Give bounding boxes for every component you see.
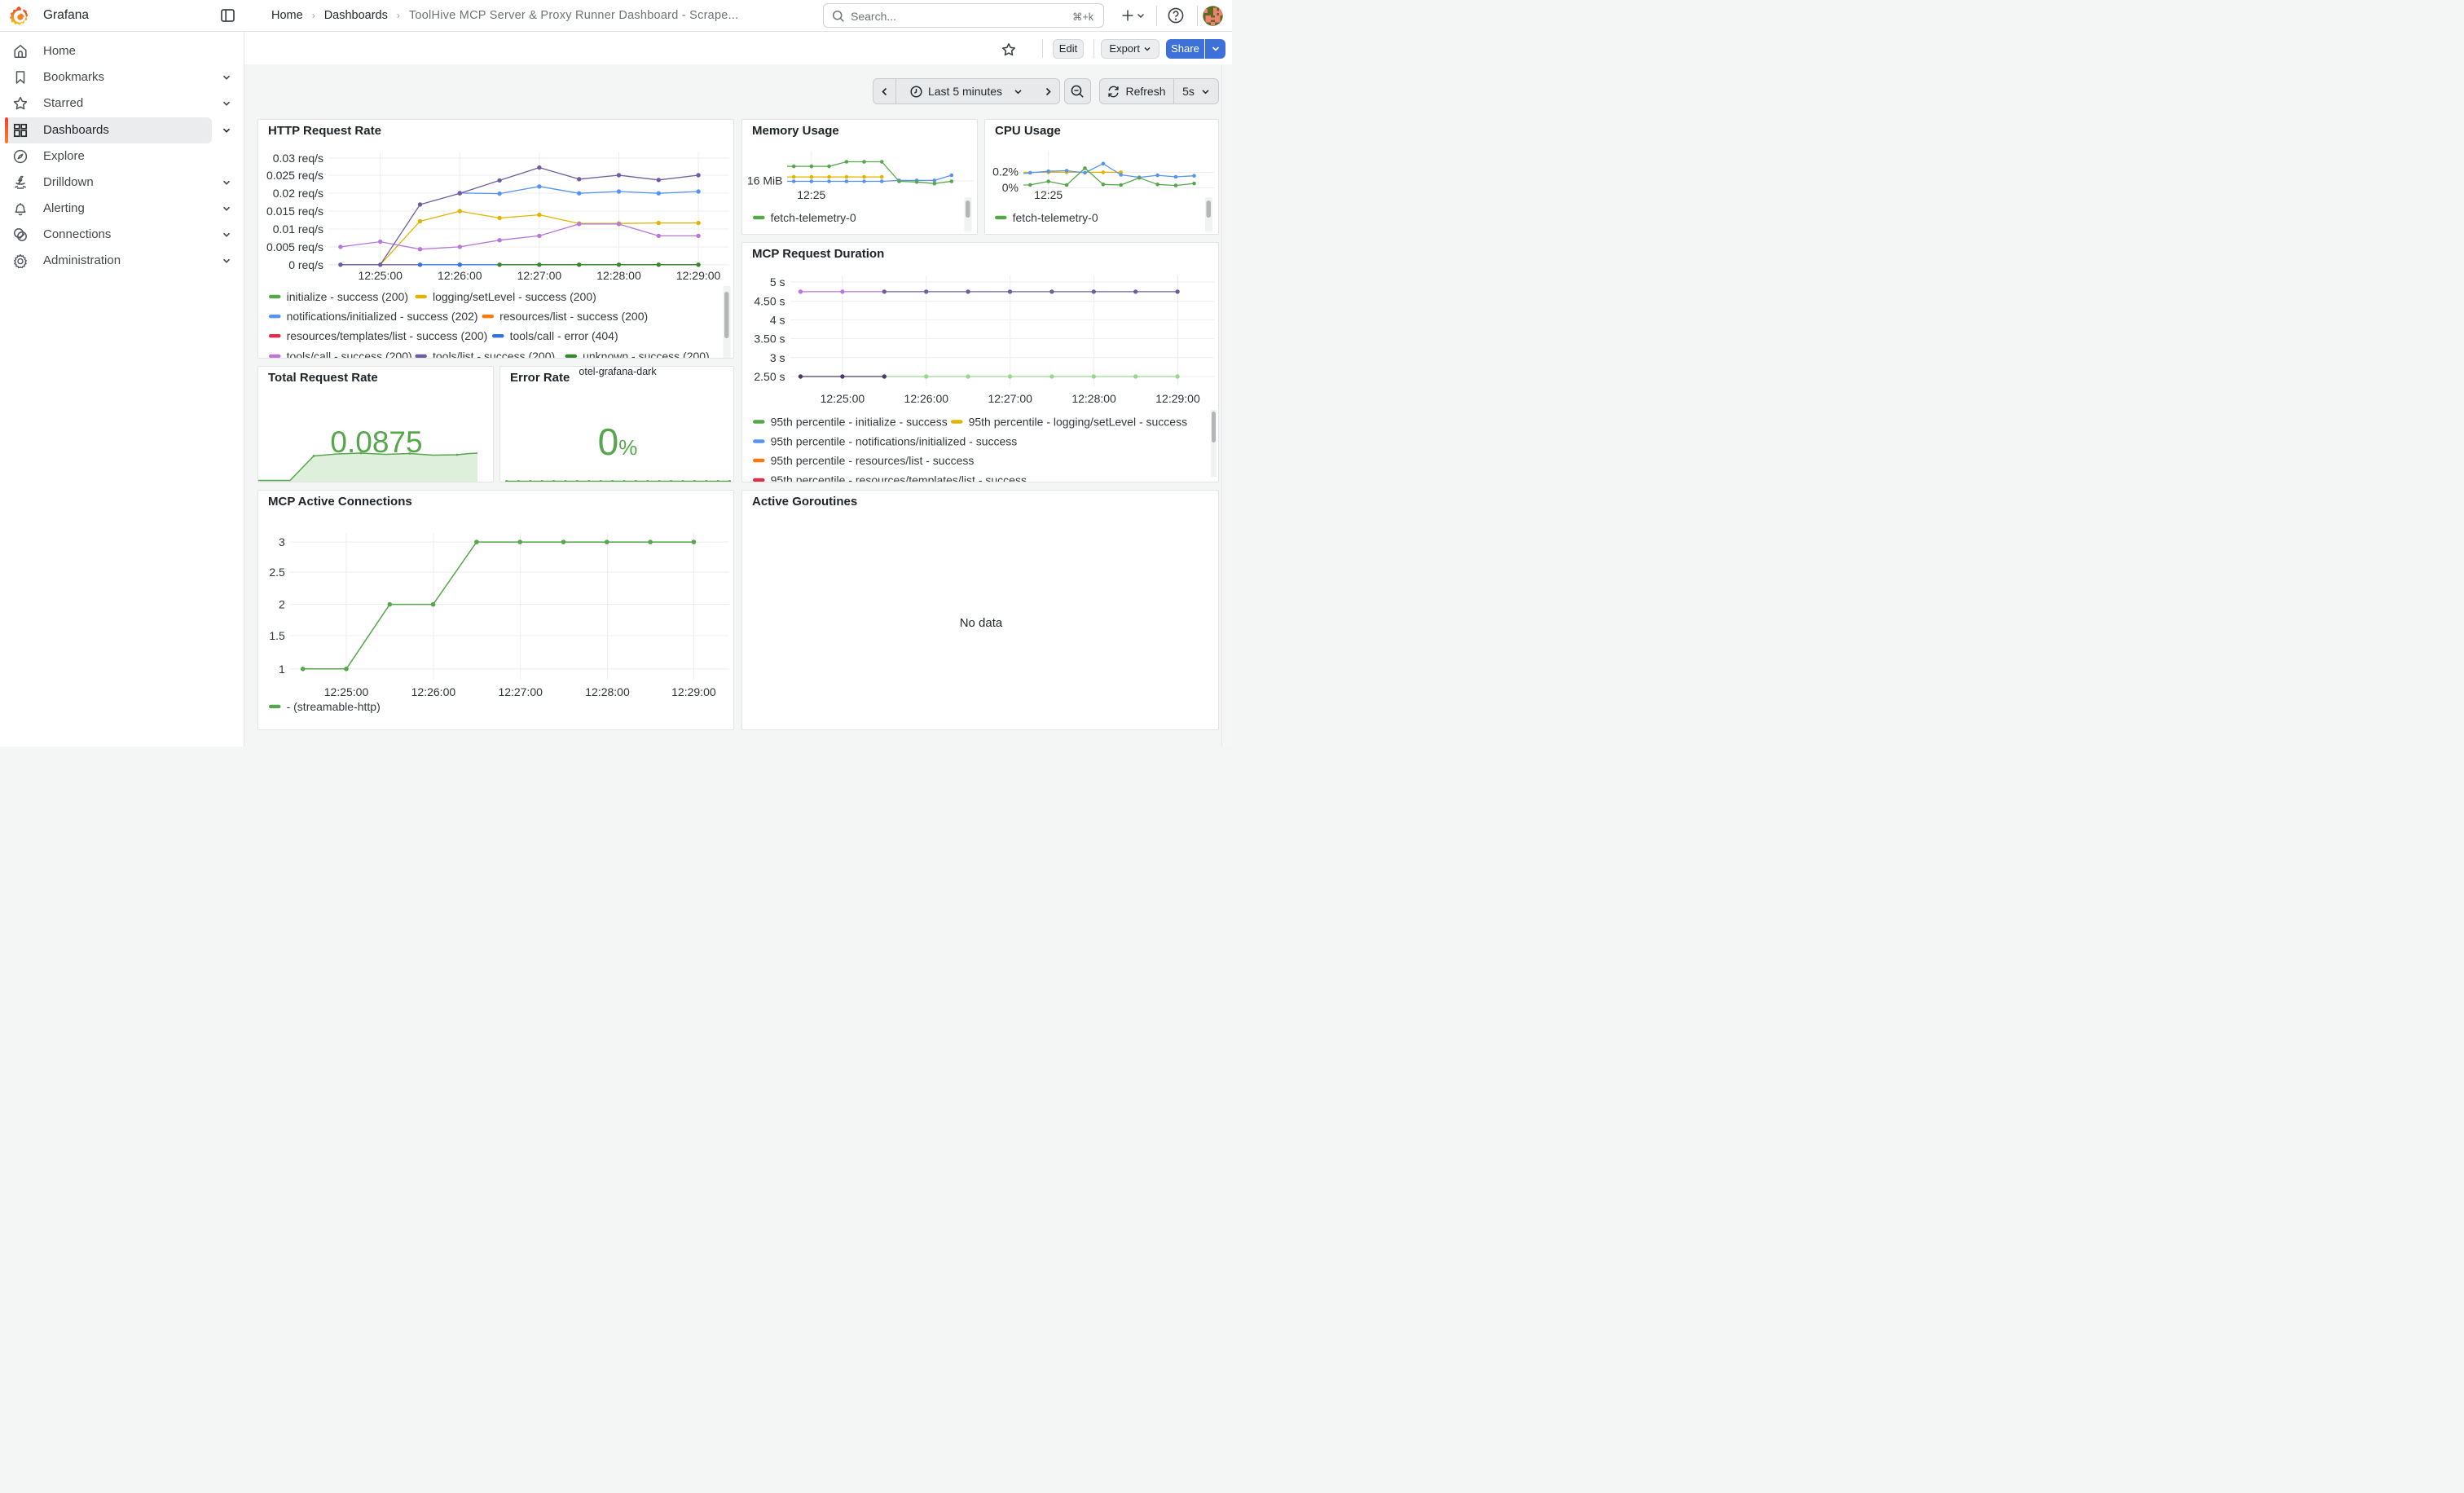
svg-text:4 s: 4 s (770, 313, 785, 326)
svg-text:resources/list - success (200): resources/list - success (200) (499, 310, 648, 323)
svg-text:12:28:00: 12:28:00 (1071, 392, 1116, 405)
svg-text:initialize - success (200): initialize - success (200) (287, 290, 408, 303)
svg-text:12:25:00: 12:25:00 (358, 269, 403, 282)
svg-text:12:29:00: 12:29:00 (671, 685, 716, 698)
svg-text:2.5: 2.5 (269, 566, 285, 579)
svg-text:12:29:00: 12:29:00 (676, 269, 721, 282)
svg-text:12:25: 12:25 (1034, 188, 1063, 201)
svg-text:95th percentile - resources/li: 95th percentile - resources/list - succe… (771, 454, 975, 467)
svg-text:resources/templates/list - suc: resources/templates/list - success (200) (287, 329, 488, 342)
svg-text:12:28:00: 12:28:00 (585, 685, 630, 698)
svg-text:0.025 req/s: 0.025 req/s (266, 169, 323, 182)
svg-text:fetch-telemetry-0: fetch-telemetry-0 (1013, 211, 1098, 224)
svg-text:12:27:00: 12:27:00 (498, 685, 543, 698)
svg-text:12:25:00: 12:25:00 (821, 392, 865, 405)
svg-text:4.50 s: 4.50 s (754, 295, 785, 308)
svg-text:0.005 req/s: 0.005 req/s (266, 240, 323, 253)
svg-text:logging/setLevel - success (20: logging/setLevel - success (200) (433, 290, 596, 303)
svg-text:0.015 req/s: 0.015 req/s (266, 205, 323, 218)
svg-text:3 s: 3 s (770, 351, 785, 364)
svg-text:16 MiB: 16 MiB (747, 174, 783, 187)
svg-text:0.02 req/s: 0.02 req/s (273, 187, 323, 200)
svg-text:5 s: 5 s (770, 275, 785, 288)
svg-text:tools/call - success (200): tools/call - success (200) (287, 350, 412, 359)
svg-text:12:27:00: 12:27:00 (517, 269, 562, 282)
svg-text:12:26:00: 12:26:00 (438, 269, 482, 282)
svg-text:fetch-telemetry-0: fetch-telemetry-0 (771, 211, 856, 224)
svg-text:12:25:00: 12:25:00 (324, 685, 369, 698)
svg-text:2: 2 (279, 598, 285, 611)
svg-text:unknown - success (200): unknown - success (200) (583, 350, 710, 359)
svg-text:95th percentile - logging/setL: 95th percentile - logging/setLevel - suc… (969, 416, 1187, 429)
svg-text:1.5: 1.5 (269, 629, 285, 642)
svg-text:0.2%: 0.2% (992, 165, 1019, 178)
svg-text:- (streamable-http): - (streamable-http) (287, 700, 381, 713)
svg-text:0.01 req/s: 0.01 req/s (273, 222, 323, 236)
svg-text:1: 1 (279, 663, 285, 676)
svg-text:tools/call - error (404): tools/call - error (404) (510, 329, 618, 342)
svg-text:2.50 s: 2.50 s (754, 370, 785, 383)
svg-text:3: 3 (279, 535, 285, 548)
svg-text:0%: 0% (1002, 181, 1019, 194)
svg-text:12:26:00: 12:26:00 (411, 685, 456, 698)
svg-text:12:28:00: 12:28:00 (596, 269, 641, 282)
svg-text:95th percentile - resources/te: 95th percentile - resources/templates/li… (771, 473, 1027, 482)
svg-text:0.03 req/s: 0.03 req/s (273, 152, 323, 165)
svg-text:notifications/initialized - su: notifications/initialized - success (202… (287, 310, 478, 323)
svg-text:12:27:00: 12:27:00 (988, 392, 1032, 405)
svg-text:12:25: 12:25 (797, 188, 825, 201)
svg-text:95th percentile - notification: 95th percentile - notifications/initiali… (771, 435, 1018, 448)
svg-text:12:29:00: 12:29:00 (1155, 392, 1200, 405)
svg-text:95th percentile - initialize -: 95th percentile - initialize - success (771, 416, 948, 429)
svg-text:0 req/s: 0 req/s (288, 258, 323, 271)
svg-text:tools/list - success (200): tools/list - success (200) (433, 350, 555, 359)
svg-text:12:26:00: 12:26:00 (904, 392, 949, 405)
svg-text:3.50 s: 3.50 s (754, 332, 785, 345)
